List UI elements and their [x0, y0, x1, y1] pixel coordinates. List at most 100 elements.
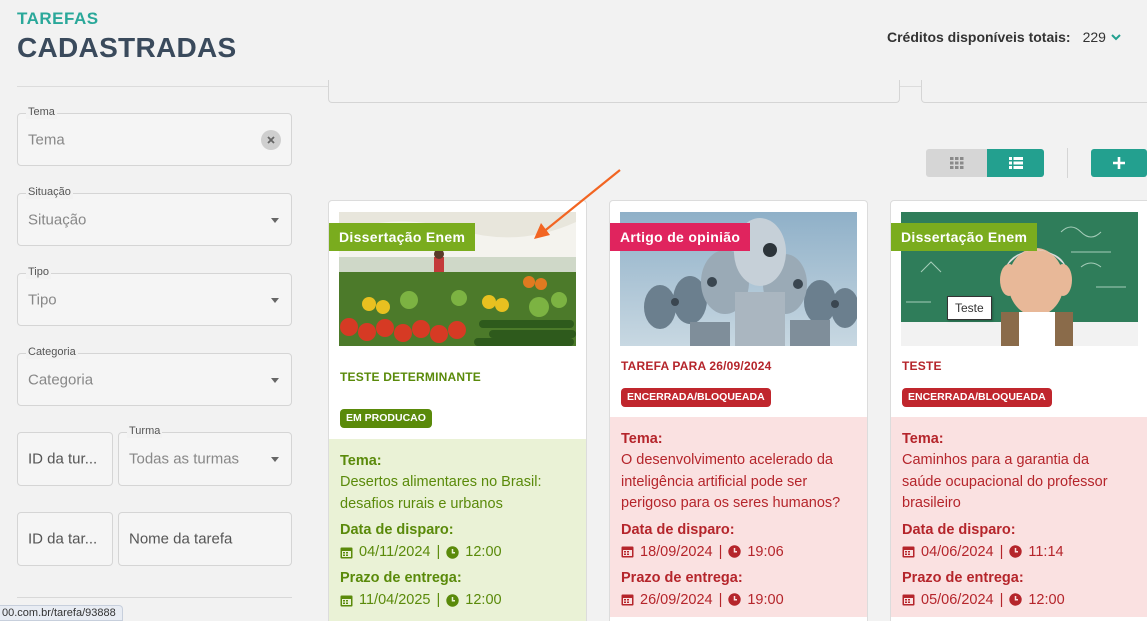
prazo-date: 26/09/2024	[640, 591, 713, 608]
tipo-label: Tipo	[26, 265, 51, 279]
caret-down-icon	[271, 377, 279, 383]
task-card[interactable]: Artigo de opinião TAREFA PARA 26/09/2024…	[609, 200, 868, 621]
status-badge: ENCERRADA/BLOQUEADA	[621, 388, 771, 407]
credits-display[interactable]: Créditos disponíveis totais: 229	[887, 29, 1122, 45]
disparo-datetime: 04/11/2024 | 12:00	[340, 541, 575, 563]
view-toggle[interactable]	[926, 149, 1044, 177]
clear-icon[interactable]	[261, 129, 281, 150]
tema-text-line: O desenvolvimento acelerado da	[621, 452, 833, 468]
tema-text-line: brasileiro	[902, 495, 961, 511]
nome-tarefa-placeholder: Nome da tarefa	[129, 530, 233, 548]
prazo-heading: Prazo de entrega:	[621, 569, 743, 586]
plus-icon	[1113, 157, 1125, 169]
tema-field[interactable]: Tema Tema	[17, 105, 292, 166]
clock-icon	[728, 545, 742, 558]
status-url: 00.com.br/tarefa/93888	[0, 605, 123, 621]
task-card[interactable]: Dissertação Enem TESTE ENCERRADA/BLOQUEA…	[890, 200, 1147, 621]
task-title[interactable]: TESTE	[902, 359, 942, 373]
disparo-time: 12:00	[465, 544, 502, 560]
task-details: Tema: Caminhos para a garantia da saúde …	[891, 417, 1147, 617]
clock-icon	[446, 545, 459, 559]
separator: |	[718, 543, 723, 560]
tema-heading: Tema:	[621, 431, 663, 447]
grid-icon	[949, 157, 963, 169]
tema-heading: Tema:	[340, 453, 382, 469]
disparo-date: 04/06/2024	[921, 543, 994, 560]
calendar-icon	[340, 547, 353, 558]
categoria-placeholder: Categoria	[28, 371, 94, 388]
task-details: Tema: Desertos alimentares no Brasil: de…	[329, 439, 586, 621]
disparo-heading: Data de disparo:	[340, 522, 454, 538]
tema-text-line: desafios rurais e urbanos	[340, 495, 503, 512]
task-category-ribbon: Dissertação Enem	[329, 223, 476, 251]
clock-icon	[1009, 545, 1023, 558]
disparo-heading: Data de disparo:	[621, 521, 735, 538]
nome-tarefa-input[interactable]: Nome da tarefa	[118, 512, 292, 566]
situacao-select[interactable]: Situação Situação	[17, 185, 292, 246]
prazo-datetime: 26/09/2024 | 19:00	[621, 589, 856, 611]
prazo-date: 11/04/2025	[359, 592, 431, 608]
add-task-button[interactable]	[1091, 149, 1147, 177]
disparo-date: 18/09/2024	[640, 543, 713, 560]
task-category-ribbon: Dissertação Enem	[891, 223, 1038, 251]
separator: |	[999, 591, 1004, 608]
separator: |	[436, 592, 441, 608]
tema-text-line: inteligência artificial pode ser	[621, 473, 808, 490]
task-card[interactable]: Dissertação Enem TESTE DETERMINANTE EM P…	[328, 200, 587, 621]
prazo-time: 19:00	[747, 591, 784, 608]
disparo-date: 04/11/2024	[359, 544, 431, 560]
credits-value: 229	[1082, 29, 1106, 45]
situacao-placeholder: Situação	[28, 211, 87, 228]
tema-placeholder: Tema	[28, 131, 65, 148]
task-category-ribbon: Artigo de opinião	[610, 223, 751, 251]
id-turma-input[interactable]: ID da tur...	[17, 432, 113, 486]
annotation-arrow-icon	[534, 169, 621, 239]
disparo-datetime: 18/09/2024 | 19:06	[621, 541, 856, 563]
disparo-time: 19:06	[747, 543, 784, 560]
calendar-icon	[621, 546, 634, 558]
disparo-time: 11:14	[1028, 543, 1064, 560]
id-turma-placeholder: ID da tur...	[28, 450, 98, 468]
categoria-select[interactable]: Categoria Categoria	[17, 345, 292, 406]
status-badge: ENCERRADA/BLOQUEADA	[902, 388, 1052, 407]
tooltip: Teste	[947, 296, 992, 320]
credits-label: Créditos disponíveis totais:	[887, 29, 1071, 45]
filter-divider	[17, 597, 292, 598]
prazo-datetime: 11/04/2025 | 12:00	[340, 589, 575, 611]
tipo-select[interactable]: Tipo Tipo	[17, 265, 292, 326]
prazo-date: 05/06/2024	[921, 591, 994, 608]
caret-down-icon	[271, 297, 279, 303]
task-title[interactable]: TESTE DETERMINANTE	[340, 370, 481, 384]
list-view-button[interactable]	[987, 149, 1044, 177]
separator: |	[999, 543, 1004, 560]
tipo-placeholder: Tipo	[28, 291, 57, 308]
clock-icon	[728, 593, 742, 606]
toolbar-divider	[1067, 148, 1068, 178]
prazo-time: 12:00	[465, 592, 502, 608]
chevron-down-icon[interactable]	[1110, 31, 1122, 43]
prazo-heading: Prazo de entrega:	[902, 569, 1024, 586]
id-tarefa-input[interactable]: ID da tar...	[17, 512, 113, 566]
grid-view-button[interactable]	[926, 149, 987, 177]
disparo-heading: Data de disparo:	[902, 521, 1016, 538]
page-title: CADASTRADAS	[17, 32, 237, 63]
turma-label: Turma	[127, 424, 163, 438]
tema-text-line: saúde ocupacional do professor	[902, 473, 1108, 490]
prazo-time: 12:00	[1028, 591, 1065, 608]
tema-label: Tema	[26, 105, 57, 119]
disparo-datetime: 04/06/2024 | 11:14	[902, 541, 1147, 563]
filter-panel-partial-2	[921, 80, 1147, 103]
prazo-datetime: 05/06/2024 | 12:00	[902, 589, 1147, 611]
list-icon	[1008, 157, 1023, 169]
turma-select[interactable]: Turma Todas as turmas	[118, 424, 292, 486]
situacao-label: Situação	[26, 185, 73, 199]
categoria-label: Categoria	[26, 345, 78, 359]
tema-text-line: Desertos alimentares no Brasil:	[340, 474, 542, 490]
clock-icon	[446, 593, 459, 607]
task-title[interactable]: TAREFA PARA 26/09/2024	[621, 359, 771, 373]
page-subtitle: TAREFAS	[17, 9, 99, 28]
separator: |	[436, 544, 441, 560]
status-badge: EM PRODUCAO	[340, 409, 432, 428]
caret-down-icon	[271, 457, 279, 462]
tema-text-line: perigoso para os seres humanos?	[621, 495, 841, 511]
